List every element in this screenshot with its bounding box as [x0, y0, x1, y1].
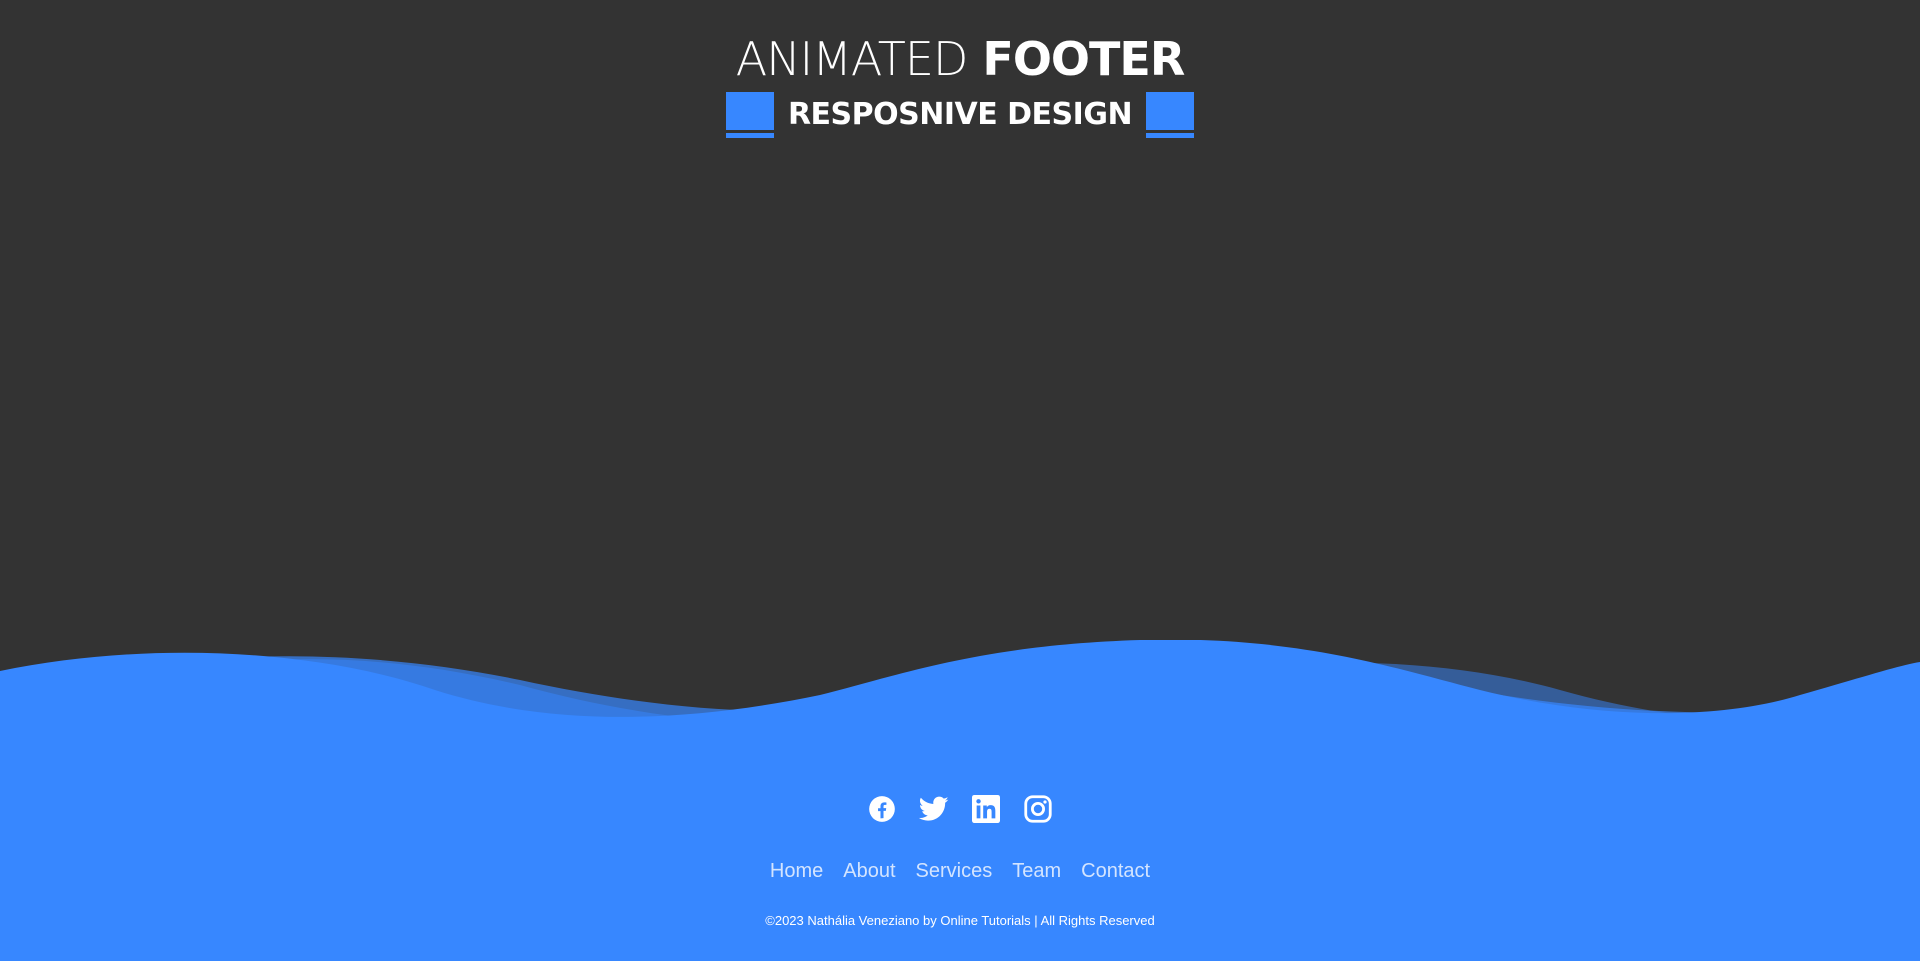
- nav-home-link[interactable]: Home: [770, 860, 823, 883]
- nav-services-link[interactable]: Services: [916, 860, 993, 883]
- nav-about-link[interactable]: About: [843, 860, 895, 883]
- linkedin-icon[interactable]: [971, 794, 1001, 824]
- header: ANIMATED FOOTER RESPOSNIVE DESIGN: [0, 30, 1920, 138]
- page-title: ANIMATED FOOTER: [736, 30, 1185, 88]
- page: ANIMATED FOOTER RESPOSNIVE DESIGN Home A…: [0, 0, 1920, 961]
- footer-nav: Home About Services Team Contact: [0, 860, 1920, 883]
- title-bold: FOOTER: [982, 32, 1185, 86]
- social-links: [0, 794, 1920, 824]
- instagram-icon[interactable]: [1023, 794, 1053, 824]
- title-light: ANIMATED: [735, 32, 969, 86]
- nav-contact-link[interactable]: Contact: [1081, 860, 1150, 883]
- right-decoration: [1146, 92, 1195, 138]
- copyright-text: ©2023 Nathália Veneziano by Online Tutor…: [765, 913, 1155, 928]
- left-decoration: [725, 92, 774, 138]
- footer: Home About Services Team Contact ©2023 N…: [0, 730, 1920, 961]
- facebook-icon[interactable]: [867, 794, 897, 824]
- subtitle-row: RESPOSNIVE DESIGN: [0, 92, 1920, 138]
- nav-team-link[interactable]: Team: [1012, 860, 1061, 883]
- subtitle: RESPOSNIVE DESIGN: [787, 97, 1133, 132]
- twitter-icon[interactable]: [919, 794, 949, 824]
